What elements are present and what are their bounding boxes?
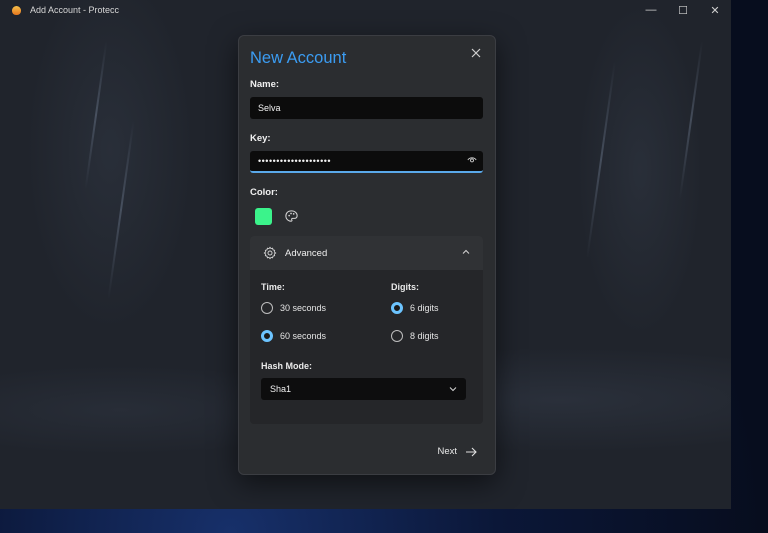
chevron-down-icon <box>449 387 457 392</box>
hash-mode-value: Sha1 <box>270 384 292 394</box>
advanced-title: Advanced <box>285 248 328 259</box>
radio-label: 8 digits <box>410 331 439 341</box>
digits-label: Digits: <box>391 282 419 292</box>
new-account-dialog: New Account Name: Selva Key: •••••••••••… <box>238 35 496 475</box>
maximize-button[interactable]: ☐ <box>667 0 699 20</box>
app-window: Add Account - Protecc — ☐ ✕ New Account … <box>0 0 731 509</box>
radio-circle-selected <box>261 330 273 342</box>
background-streak <box>678 40 704 200</box>
radio-30-seconds[interactable]: 30 seconds <box>261 302 326 314</box>
key-value: •••••••••••••••••••• <box>258 156 332 166</box>
radio-8-digits[interactable]: 8 digits <box>391 330 439 342</box>
chevron-up-icon <box>462 249 470 254</box>
background-streak <box>84 40 108 190</box>
gear-icon <box>263 246 277 260</box>
key-label: Key: <box>250 133 271 144</box>
radio-label: 30 seconds <box>280 303 327 313</box>
name-value: Selva <box>258 103 281 113</box>
arrow-right-icon <box>466 447 477 456</box>
hash-mode-select[interactable]: Sha1 <box>261 378 466 400</box>
close-icon <box>471 48 481 58</box>
radio-label: 6 digits <box>410 303 439 313</box>
radio-circle-selected <box>391 302 403 314</box>
dialog-close-button[interactable] <box>469 47 483 61</box>
background-streak <box>107 120 135 300</box>
next-label: Next <box>437 446 457 457</box>
next-button[interactable]: Next <box>437 446 477 457</box>
window-controls: — ☐ ✕ <box>635 0 731 20</box>
advanced-expander-header[interactable]: Advanced <box>250 236 483 270</box>
name-label: Name: <box>250 79 280 90</box>
color-label: Color: <box>250 187 278 198</box>
background-streak <box>586 60 616 260</box>
minimize-button[interactable]: — <box>635 0 667 20</box>
eye-icon[interactable] <box>467 155 477 165</box>
radio-6-digits[interactable]: 6 digits <box>391 302 439 314</box>
time-label: Time: <box>261 282 285 292</box>
title-bar[interactable]: Add Account - Protecc — ☐ ✕ <box>0 0 731 20</box>
name-input[interactable]: Selva <box>250 97 483 119</box>
hash-mode-label: Hash Mode: <box>261 361 313 371</box>
radio-circle <box>261 302 273 314</box>
app-icon <box>12 5 21 15</box>
palette-icon[interactable] <box>284 209 299 224</box>
color-swatch[interactable] <box>255 208 272 225</box>
radio-circle <box>391 330 403 342</box>
key-input[interactable]: •••••••••••••••••••• <box>250 151 483 173</box>
radio-label: 60 seconds <box>280 331 327 341</box>
dialog-title: New Account <box>250 49 347 67</box>
window-title: Add Account - Protecc <box>30 5 120 15</box>
window-close-button[interactable]: ✕ <box>699 0 731 20</box>
radio-60-seconds[interactable]: 60 seconds <box>261 330 326 342</box>
advanced-section: Advanced Time: 30 seconds 60 seconds Dig… <box>250 236 483 424</box>
